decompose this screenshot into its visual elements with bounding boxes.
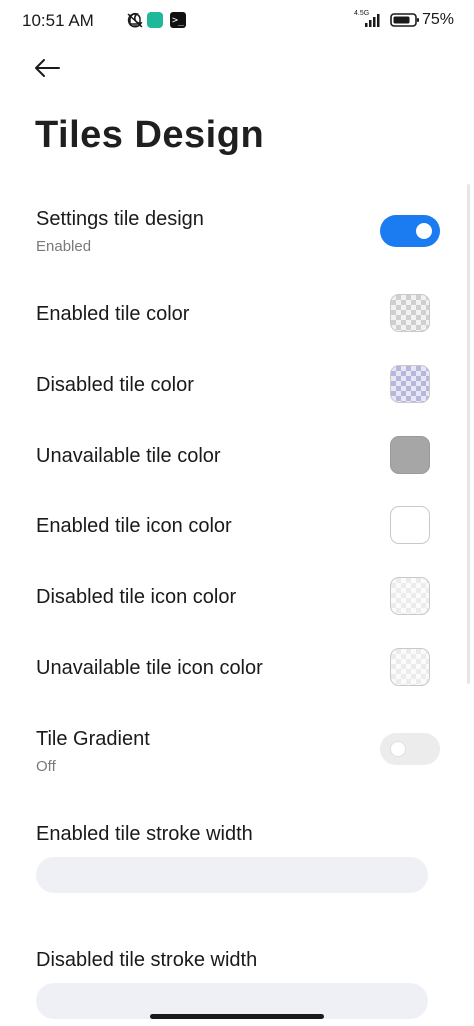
enabled-tile-icon-color-swatch[interactable] [390, 506, 430, 544]
unavailable-tile-color-swatch[interactable] [390, 436, 430, 474]
battery-icon [390, 11, 420, 29]
disabled-tile-color-swatch[interactable] [390, 365, 430, 403]
enabled-tile-icon-color-row[interactable]: Enabled tile icon color [0, 502, 474, 552]
row-title: Enabled tile icon color [36, 515, 232, 537]
row-title: Disabled tile color [36, 374, 194, 396]
status-bar: 10:51 AM >_ 4.5G 75% [0, 0, 474, 40]
row-subtitle: Off [36, 758, 56, 775]
back-button[interactable] [30, 54, 64, 82]
enabled-tile-color-row[interactable]: Enabled tile color [0, 290, 474, 340]
row-title: Enabled tile stroke width [36, 823, 253, 845]
unavailable-tile-color-row[interactable]: Unavailable tile color [0, 432, 474, 482]
row-title: Unavailable tile icon color [36, 657, 263, 679]
toggle-knob [416, 223, 432, 239]
arrow-left-icon [35, 59, 60, 77]
tile-gradient-toggle[interactable] [380, 733, 440, 765]
row-title: Settings tile design [36, 208, 204, 230]
toggle-knob [390, 741, 406, 757]
battery-percentage: 75% [422, 11, 455, 28]
unavailable-tile-icon-color-row[interactable]: Unavailable tile icon color [0, 644, 474, 694]
status-time: 10:51 AM [22, 11, 94, 30]
app-icon [147, 12, 163, 28]
enabled-tile-stroke-width-row: Enabled tile stroke width [0, 815, 474, 895]
home-indicator[interactable] [150, 1014, 324, 1019]
row-title: Disabled tile icon color [36, 586, 237, 608]
row-subtitle: Enabled [36, 238, 92, 255]
row-title: Disabled tile stroke width [36, 949, 258, 971]
disabled-tile-color-row[interactable]: Disabled tile color [0, 361, 474, 411]
enabled-tile-color-swatch[interactable] [390, 294, 430, 332]
disabled-tile-icon-color-row[interactable]: Disabled tile icon color [0, 573, 474, 623]
row-title: Enabled tile color [36, 303, 190, 325]
row-title: Unavailable tile color [36, 445, 221, 467]
unavailable-tile-icon-color-swatch[interactable] [390, 648, 430, 686]
enabled-tile-stroke-width-slider[interactable] [36, 857, 428, 893]
bell-off-icon [125, 11, 145, 29]
terminal-icon: >_ [170, 12, 186, 28]
disabled-tile-stroke-width-row: Disabled tile stroke width [0, 941, 474, 1021]
settings-tile-design-toggle[interactable] [380, 215, 440, 247]
signal-icon [364, 11, 382, 29]
settings-tile-design-row[interactable]: Settings tile design Enabled [0, 200, 474, 270]
disabled-tile-icon-color-swatch[interactable] [390, 577, 430, 615]
tile-gradient-row[interactable]: Tile Gradient Off [0, 720, 474, 790]
page-title: Tiles Design [35, 114, 265, 156]
row-title: Tile Gradient [36, 728, 150, 750]
